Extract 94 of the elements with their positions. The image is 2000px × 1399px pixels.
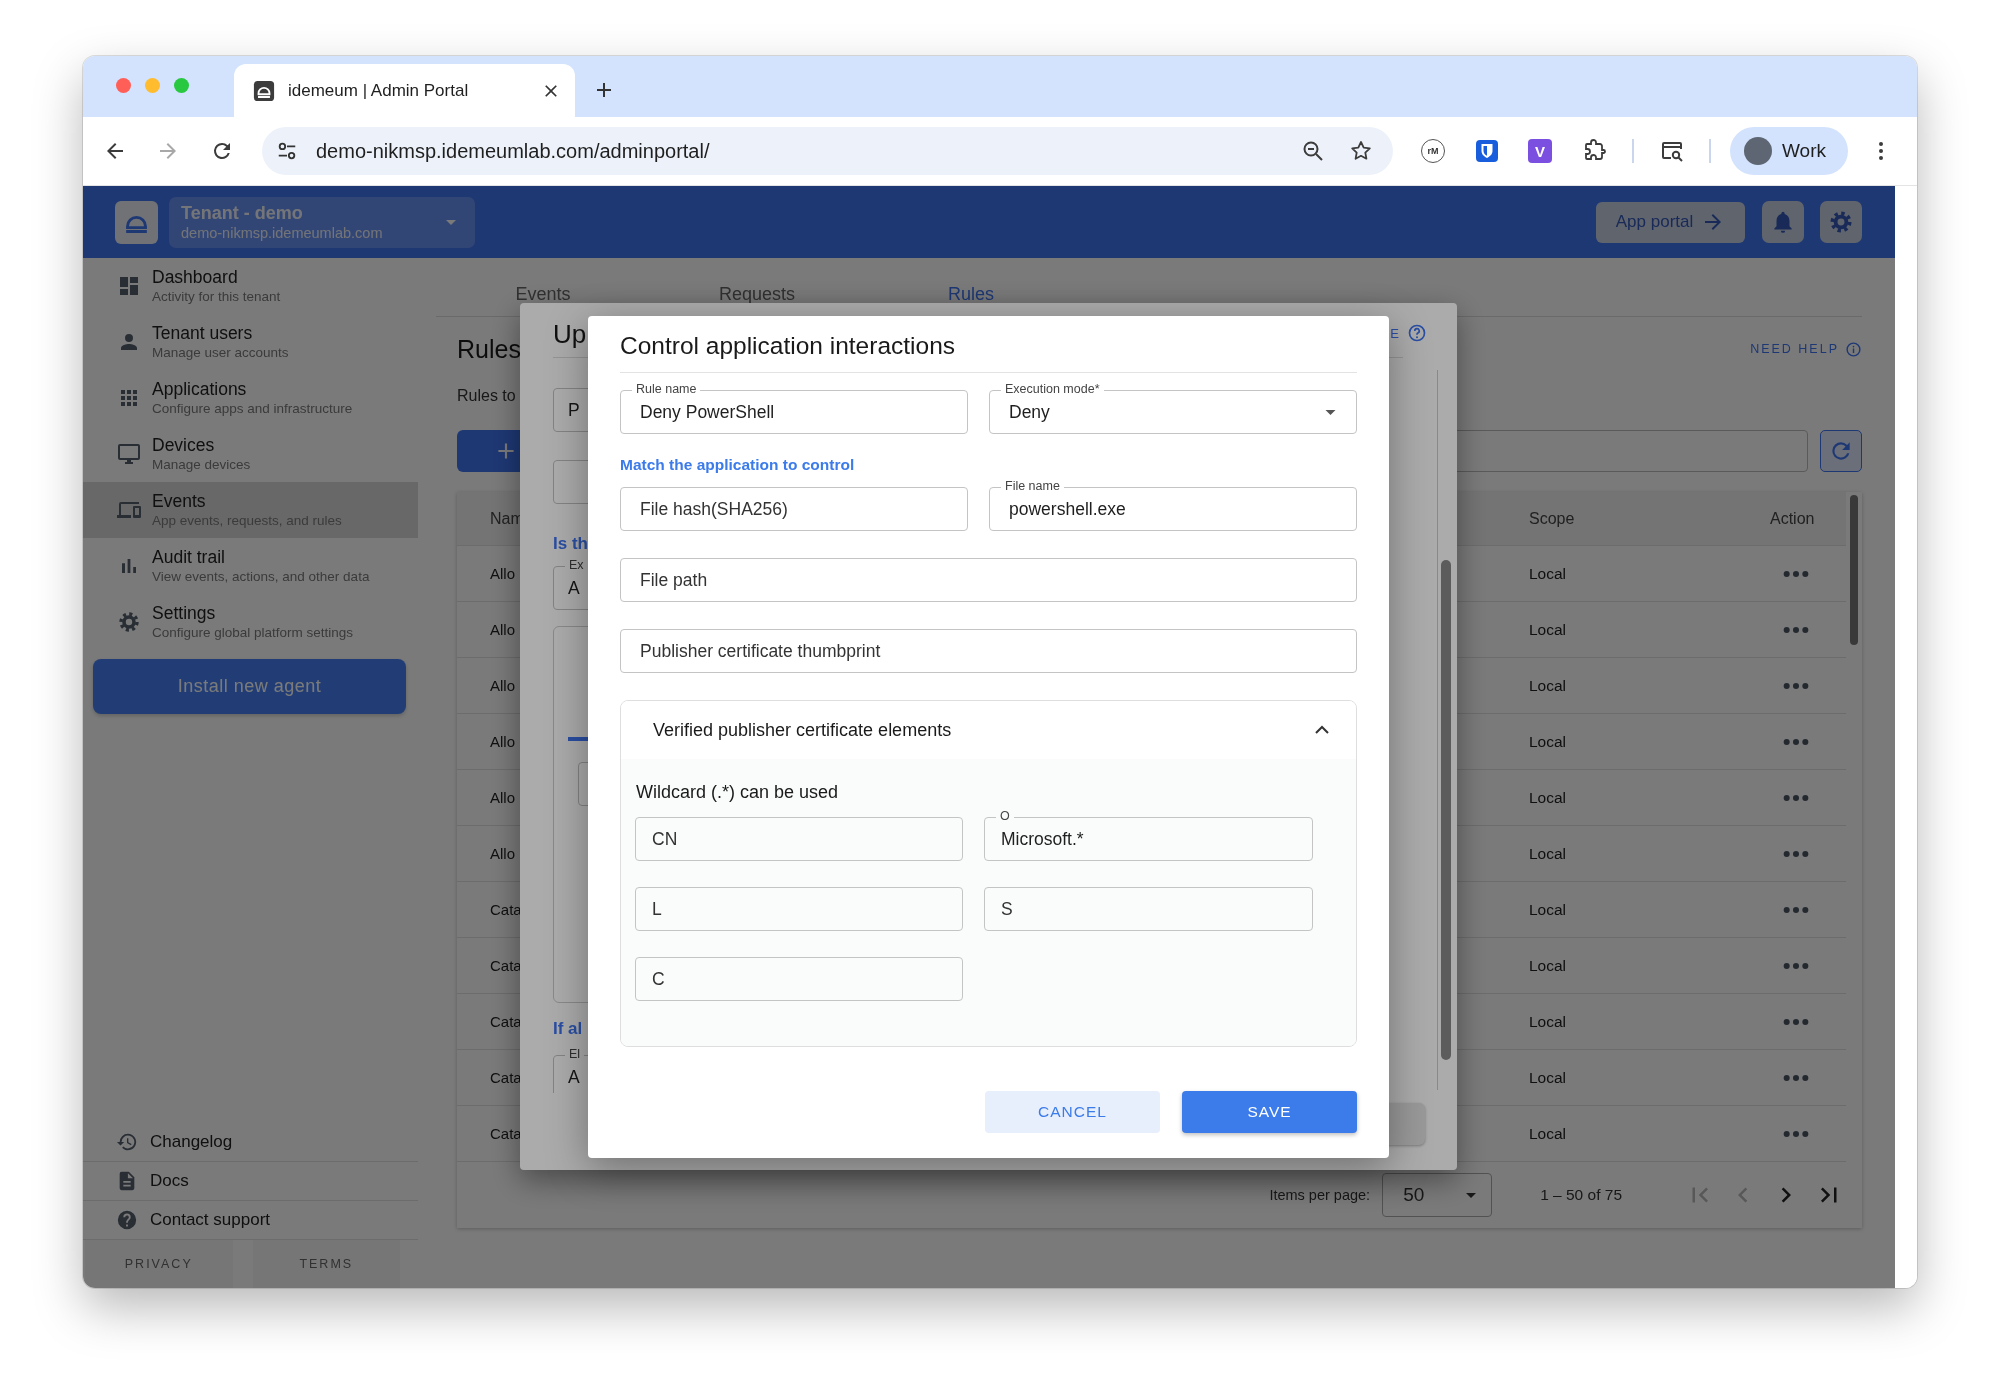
- page-title: Rules: [457, 334, 521, 364]
- install-agent-button[interactable]: Install new agent: [93, 659, 406, 714]
- secondary-button[interactable]: CANCEL: [985, 1091, 1160, 1133]
- nav-item[interactable]: Dashboard Activity for this tenant: [83, 258, 418, 314]
- table-cell: Allo: [490, 845, 515, 862]
- history-icon: [116, 1131, 138, 1153]
- table-cell: Local: [1529, 844, 1567, 862]
- info-icon: [1845, 340, 1862, 358]
- site-icon: [253, 79, 275, 102]
- input-field[interactable]: File hash(SHA256): [620, 487, 968, 531]
- table-cell: Local: [1529, 1068, 1567, 1086]
- table-cell: Cata: [490, 901, 522, 918]
- page-range: 1 – 50 of 75: [1540, 1186, 1622, 1204]
- column-header: Action: [1770, 509, 1815, 527]
- table-cell: Allo: [490, 789, 515, 806]
- field-label: El: [565, 1047, 585, 1061]
- page-subtitle: Rules to: [457, 386, 516, 406]
- field-label: Execution mode*: [1001, 382, 1104, 396]
- input-field[interactable]: File path: [620, 558, 1357, 602]
- nav-item[interactable]: Applications Configure apps and infrastructure: [83, 370, 418, 426]
- help-link[interactable]: NEED HELP: [1750, 340, 1862, 358]
- field-label: O: [996, 809, 1014, 823]
- table-cell: Local: [1529, 1124, 1567, 1142]
- profile-button[interactable]: Work: [1730, 127, 1848, 175]
- caret-icon: [1324, 408, 1337, 416]
- help-icon: [116, 1209, 138, 1231]
- table-cell: Local: [1529, 788, 1567, 806]
- avatar-icon: [1744, 137, 1772, 165]
- scrollbar-thumb[interactable]: [1441, 560, 1451, 1060]
- field-label: File name: [1001, 479, 1064, 493]
- browser-tab[interactable]: idemeum | Admin Portal: [234, 64, 575, 117]
- puzzle-icon[interactable]: [1583, 139, 1607, 163]
- app-portal-button[interactable]: App portal: [1596, 201, 1745, 243]
- section-heading: If al: [553, 1019, 584, 1039]
- refresh-button[interactable]: [1820, 430, 1862, 472]
- field-label: Rule name: [632, 382, 701, 396]
- sidebar-link[interactable]: Changelog: [83, 1123, 418, 1162]
- page-size-dropdown[interactable]: 50: [1382, 1173, 1493, 1217]
- footer-link[interactable]: PRIVACY: [85, 1240, 233, 1288]
- section-heading: Is th: [553, 534, 589, 554]
- table-cell: Local: [1529, 676, 1567, 694]
- site-settings-icon[interactable]: [276, 140, 298, 162]
- table-cell: Local: [1529, 900, 1567, 918]
- help-link[interactable]: E: [1390, 325, 1401, 341]
- caret-icon: [445, 218, 457, 226]
- caret-icon: [1465, 1191, 1478, 1199]
- footer-link[interactable]: TERMS: [252, 1240, 400, 1288]
- table-cell: Cata: [490, 957, 522, 974]
- input-field[interactable]: L: [635, 887, 963, 931]
- nav-item[interactable]: Devices Manage devices: [83, 426, 418, 482]
- primary-button[interactable]: SAVE: [1182, 1091, 1357, 1133]
- hint-text: Wildcard (.*) can be used: [635, 781, 840, 804]
- field-label: Ex: [565, 558, 588, 572]
- table-cell: Local: [1529, 732, 1567, 750]
- shield-icon[interactable]: [1475, 139, 1499, 163]
- column-header: Scope: [1529, 509, 1575, 527]
- table-cell: Local: [1529, 564, 1567, 582]
- nav-item[interactable]: Audit trail View events, actions, and other data: [83, 538, 418, 594]
- scrollbar-thumb[interactable]: [1850, 495, 1858, 645]
- pager-label: Items per page:: [1269, 1187, 1371, 1203]
- settings-button[interactable]: [1820, 201, 1862, 243]
- nav-item[interactable]: Tenant users Manage user accounts: [83, 314, 418, 370]
- table-cell: Allo: [490, 621, 515, 638]
- zoom-icon[interactable]: [1301, 139, 1325, 163]
- monitor-icon: [117, 442, 141, 466]
- input-field[interactable]: Publisher certificate thumbprint: [620, 629, 1357, 673]
- star-icon[interactable]: [1349, 139, 1373, 163]
- section-heading: Match the application to control: [620, 456, 856, 475]
- window-close-button[interactable]: [116, 78, 131, 93]
- sidebar-link[interactable]: Docs: [83, 1162, 418, 1201]
- table-cell: Cata: [490, 1125, 522, 1142]
- address-bar[interactable]: demo-nikmsp.idemeumlab.com/adminportal/: [262, 127, 1393, 175]
- help-icon[interactable]: [1407, 323, 1427, 343]
- table-cell: Cata: [490, 1013, 522, 1030]
- settings-icon: [117, 610, 141, 634]
- dialog-title: Control application interactions: [620, 316, 1357, 373]
- notifications-button[interactable]: [1762, 201, 1804, 243]
- table-cell: Cata: [490, 1069, 522, 1086]
- logo-icon: [115, 200, 158, 244]
- table-cell: Allo: [490, 565, 515, 582]
- input-field[interactable]: CN: [635, 817, 963, 861]
- extension-button[interactable]: V: [1528, 139, 1552, 163]
- table-cell: Allo: [490, 733, 515, 750]
- nav-item[interactable]: Settings Configure global platform settings: [83, 594, 418, 650]
- table-cell: Local: [1529, 956, 1567, 974]
- dialog-title: Up: [553, 318, 587, 350]
- table-cell: Allo: [490, 677, 515, 694]
- settings-icon: [1828, 209, 1854, 235]
- input-field[interactable]: S: [984, 887, 1313, 931]
- table-cell: Local: [1529, 1012, 1567, 1030]
- input-field[interactable]: C: [635, 957, 963, 1001]
- tab-search-icon[interactable]: [1660, 139, 1684, 163]
- table-cell: Local: [1529, 620, 1567, 638]
- dashboard-icon: [117, 274, 141, 298]
